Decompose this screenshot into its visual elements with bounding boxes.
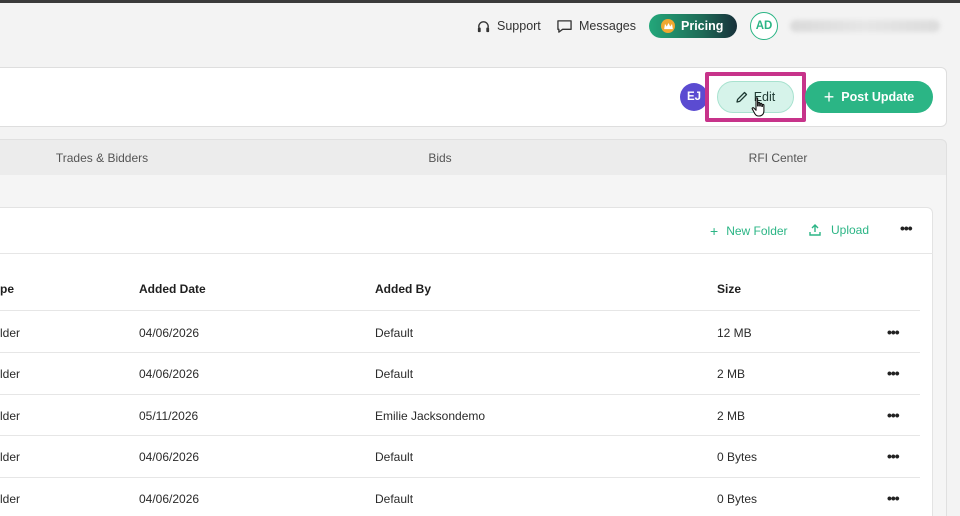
row-more-options-icon[interactable]: ••• xyxy=(887,365,900,381)
tab-trades-bidders[interactable]: Trades & Bidders xyxy=(56,151,148,165)
column-header-type[interactable]: pe xyxy=(0,282,14,296)
post-update-label: Post Update xyxy=(841,90,915,104)
more-options-icon[interactable]: ••• xyxy=(900,220,913,236)
member-avatar[interactable]: EJ xyxy=(680,83,708,111)
support-label: Support xyxy=(497,19,541,33)
pencil-icon xyxy=(736,91,747,103)
cell-type: lder xyxy=(0,409,21,423)
pricing-button[interactable]: Pricing xyxy=(649,14,737,38)
row-more-options-icon[interactable]: ••• xyxy=(887,448,900,464)
cell-type: lder xyxy=(0,367,21,381)
new-folder-label: New Folder xyxy=(726,224,788,238)
blurred-account-name[interactable] xyxy=(790,20,940,32)
user-avatar[interactable]: AD xyxy=(750,12,778,40)
column-header-added-by[interactable]: Added By xyxy=(375,282,431,296)
cell-size: 2 MB xyxy=(717,409,746,423)
row-divider xyxy=(0,352,920,353)
cell-date: 04/06/2026 xyxy=(139,326,200,340)
tab-bids[interactable]: Bids xyxy=(428,151,451,165)
tab-rfi-center[interactable]: RFI Center xyxy=(749,151,808,165)
row-more-options-icon[interactable]: ••• xyxy=(887,324,900,340)
cell-type: lder xyxy=(0,492,21,506)
cell-size: 2 MB xyxy=(717,367,746,381)
upload-button[interactable]: Upload xyxy=(809,223,869,237)
row-divider xyxy=(0,435,920,436)
cell-size: 12 MB xyxy=(717,326,752,340)
crown-coin-icon xyxy=(661,19,675,33)
post-update-button[interactable]: + Post Update xyxy=(805,81,933,113)
upload-icon xyxy=(809,224,821,236)
plus-icon: + xyxy=(710,223,719,239)
messages-label: Messages xyxy=(579,19,636,33)
support-link[interactable]: Support xyxy=(476,14,541,38)
cell-added-by: Default xyxy=(375,450,414,464)
row-divider xyxy=(0,477,920,478)
cell-date: 05/11/2026 xyxy=(139,409,199,423)
cell-date: 04/06/2026 xyxy=(139,492,200,506)
row-divider xyxy=(0,394,920,395)
messages-link[interactable]: Messages xyxy=(556,14,636,38)
new-folder-button[interactable]: + New Folder xyxy=(710,223,788,239)
cell-added-by: Default xyxy=(375,326,414,340)
headset-icon xyxy=(477,20,490,32)
cell-type: lder xyxy=(0,326,21,340)
cell-type: lder xyxy=(0,450,21,464)
cell-date: 04/06/2026 xyxy=(139,367,200,381)
card-header-divider xyxy=(0,253,933,254)
cell-size: 0 Bytes xyxy=(717,492,758,506)
cell-size: 0 Bytes xyxy=(717,450,758,464)
pricing-label: Pricing xyxy=(681,19,724,33)
row-more-options-icon[interactable]: ••• xyxy=(887,490,900,506)
cell-added-by: Default xyxy=(375,492,414,506)
column-header-added-date[interactable]: Added Date xyxy=(139,282,206,296)
upload-label: Upload xyxy=(831,223,870,237)
header-row-divider xyxy=(0,310,920,311)
plus-icon: + xyxy=(823,87,835,107)
chat-bubble-icon xyxy=(557,19,572,33)
cell-date: 04/06/2026 xyxy=(139,450,200,464)
hand-cursor-icon xyxy=(751,97,765,117)
row-more-options-icon[interactable]: ••• xyxy=(887,407,900,423)
column-header-size[interactable]: Size xyxy=(717,282,741,296)
cell-added-by: Emilie Jacksondemo xyxy=(375,409,486,423)
cell-added-by: Default xyxy=(375,367,414,381)
